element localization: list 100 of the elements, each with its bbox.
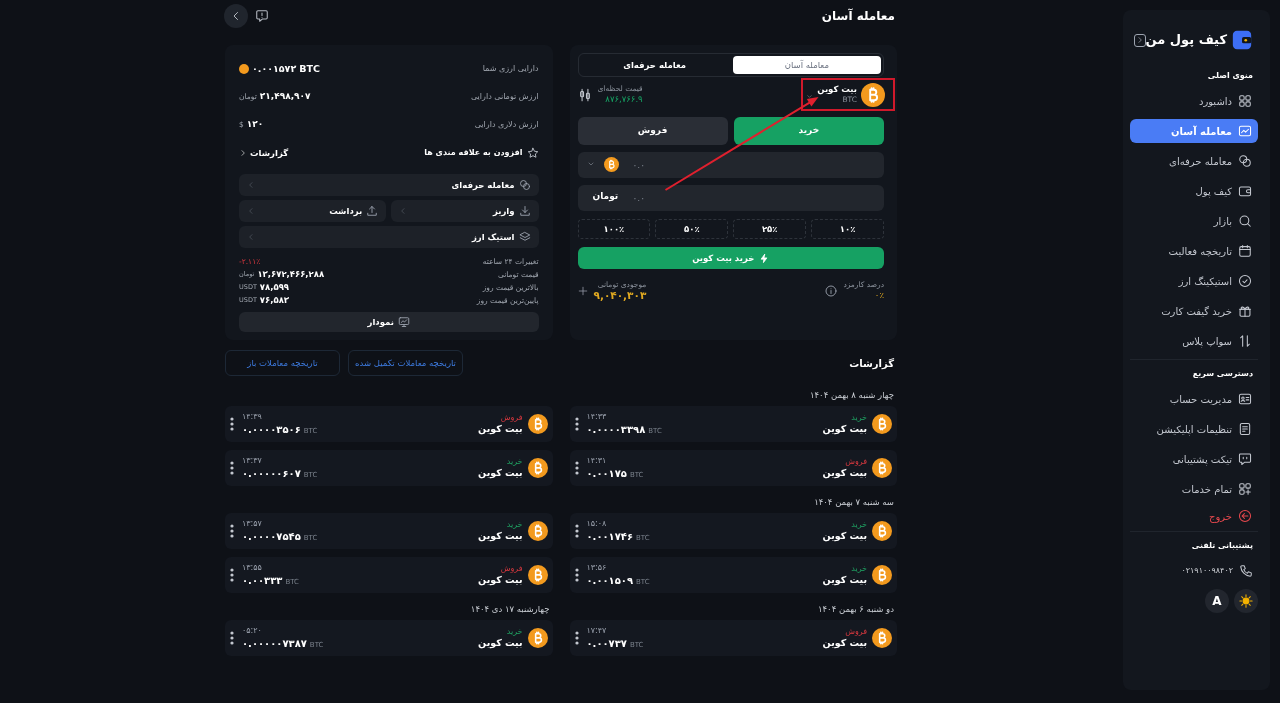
coin-name: بیت کوین [822, 423, 867, 435]
more-icon[interactable] [230, 461, 234, 475]
history-button[interactable]: تاریخچه معاملات باز [225, 350, 340, 376]
stat-value: ۱۳,۶۷۲,۴۶۶,۲۸۸ [257, 268, 325, 281]
grid-icon [1238, 94, 1252, 108]
action-row[interactable]: برداشت [239, 200, 387, 222]
plus-icon[interactable] [577, 286, 588, 296]
more-icon[interactable] [574, 417, 579, 431]
more-icon[interactable] [574, 524, 579, 538]
layers-icon [518, 231, 531, 243]
trade-side: خرید [850, 564, 867, 575]
trade-amount: ۰.۰۰۱۵۰۹ [586, 573, 634, 587]
sidebar-item[interactable]: سواپ پلاس [1130, 329, 1258, 353]
coins-icon [518, 179, 531, 191]
favorite-button[interactable]: افزودن به علاقه مندی ها [424, 147, 539, 159]
theme-button[interactable] [1234, 589, 1258, 613]
coin-name: بیت کوین [478, 467, 523, 479]
history-button[interactable]: تاریخچه معاملات تکمیل شده [348, 350, 463, 376]
more-icon[interactable] [574, 631, 579, 645]
date-heading: سه شنبه ۷ بهمن ۱۴۰۴ [814, 495, 894, 509]
trade-time: ۱۴:۳۹ [242, 412, 263, 423]
bitcoin-icon [872, 628, 892, 648]
collapse-button[interactable] [1134, 33, 1146, 47]
percent-button[interactable]: ۱۰۰٪ [577, 219, 651, 239]
bitcoin-icon [603, 156, 619, 172]
sidebar-item[interactable]: مدیریت حساب [1130, 387, 1258, 411]
trade-side: فروش [844, 627, 867, 638]
sidebar-item[interactable]: کیف پول [1130, 179, 1258, 203]
chevron-right-icon [239, 149, 247, 157]
font-button[interactable]: A [1205, 589, 1229, 613]
more-icon[interactable] [230, 417, 234, 431]
sidebar-item[interactable]: معامله حرفه‌ای [1130, 149, 1258, 173]
more-icon[interactable] [230, 568, 234, 582]
bitcoin-icon [861, 82, 885, 107]
sidebar-item[interactable]: استیکینگ ارز [1130, 269, 1258, 293]
sidebar-item[interactable]: معامله آسان [1130, 119, 1258, 143]
bitcoin-icon [527, 565, 548, 585]
coin-name: بیت کوین [478, 530, 523, 542]
phone-icon [1239, 564, 1253, 578]
candlestick-icon [577, 86, 592, 103]
more-icon[interactable] [230, 524, 234, 538]
sidebar-item[interactable]: تاریخچه فعالیت [1130, 239, 1258, 263]
info-icon[interactable] [825, 285, 838, 297]
bitcoin-icon [527, 521, 548, 541]
date-heading: چهار شنبه ۸ بهمن ۱۴۰۴ [810, 388, 894, 402]
sidebar-item[interactable]: داشبورد [1130, 89, 1258, 113]
unit-label: تومان [591, 190, 619, 204]
trade-side: خرید [850, 520, 867, 531]
percent-button[interactable]: ۱۰٪ [811, 219, 884, 239]
chevron-left-icon [247, 233, 255, 241]
asset-value: ۱۲۰ [246, 118, 264, 132]
bitcoin-icon [527, 458, 548, 478]
more-icon[interactable] [574, 568, 579, 582]
trade-time: ۱۴:۳۱ [586, 456, 608, 467]
action-row[interactable]: معامله حرفه‌ای [239, 174, 539, 196]
trade-time: ۱۴:۳۳ [586, 412, 608, 423]
sidebar-item[interactable]: تمام خدمات [1130, 477, 1258, 501]
amount-field[interactable]: ۰.۰ [577, 152, 884, 178]
reports-link[interactable]: گزارشات [239, 146, 289, 160]
page-title: معامله آسان [821, 7, 895, 25]
bitcoin-icon [527, 628, 548, 648]
chart-button[interactable]: نمودار [239, 312, 539, 332]
id-card-icon [1238, 392, 1252, 406]
chevron-icon [1135, 36, 1144, 44]
action-row[interactable]: واریز [391, 200, 539, 222]
section-heading: پشتیبانی تلفنی [1191, 540, 1253, 552]
trade-amount: ۰.۰۰۰۰۳۵۰۶ [242, 422, 301, 436]
percent-button[interactable]: ۵۰٪ [655, 219, 729, 239]
gift-icon [1238, 304, 1252, 318]
calendar-icon [1238, 244, 1252, 258]
action-row[interactable]: استیک ارز [239, 226, 539, 248]
logo-icon [1232, 30, 1252, 50]
coin-icon [239, 64, 249, 74]
logo-text: کیف پول من [1145, 31, 1227, 50]
sidebar-item[interactable]: تنظیمات اپلیکیشن [1130, 417, 1258, 441]
trade-amount: ۰.۰۰۰۰۰۶۰۷ [242, 466, 301, 480]
sidebar-item[interactable]: خروج [1130, 507, 1258, 525]
bolt-icon [759, 252, 770, 264]
sidebar-item[interactable]: تیکت پشتیبانی [1130, 447, 1258, 471]
percent-button[interactable]: ۲۵٪ [733, 219, 807, 239]
download-icon [518, 205, 531, 217]
coin-name: بیت کوین [822, 467, 867, 479]
phone-number[interactable]: ۰۲۱۹۱۰۰۹۸۴۰۲ [1181, 565, 1233, 577]
coin-name: بیت کوین [478, 423, 523, 435]
more-icon[interactable] [230, 631, 234, 645]
logout-icon [1238, 509, 1252, 523]
tab[interactable]: معامله آسان [732, 56, 881, 74]
trade-side: خرید [505, 627, 523, 638]
sidebar-item[interactable]: خرید گیفت کارت [1130, 299, 1258, 323]
feedback-icon[interactable] [255, 9, 269, 23]
tab[interactable]: معامله حرفه‌ای [580, 56, 729, 74]
coin-name: بیت کوین [822, 530, 867, 542]
stat-value: ۷۶,۵۸۳ [259, 294, 290, 307]
trade-amount: ۰.۰۰۰۰۳۳۹۸ [586, 422, 646, 436]
sidebar-item[interactable]: بازار [1130, 209, 1258, 233]
side-tab[interactable]: فروش [577, 117, 728, 145]
trade-amount: ۰.۰۰۰۰۰۷۳۸۷ [242, 636, 307, 650]
more-icon[interactable] [574, 461, 579, 475]
coin-name: بیت کوین [478, 574, 523, 586]
date-heading: دو شنبه ۶ بهمن ۱۴۰۴ [817, 602, 894, 616]
